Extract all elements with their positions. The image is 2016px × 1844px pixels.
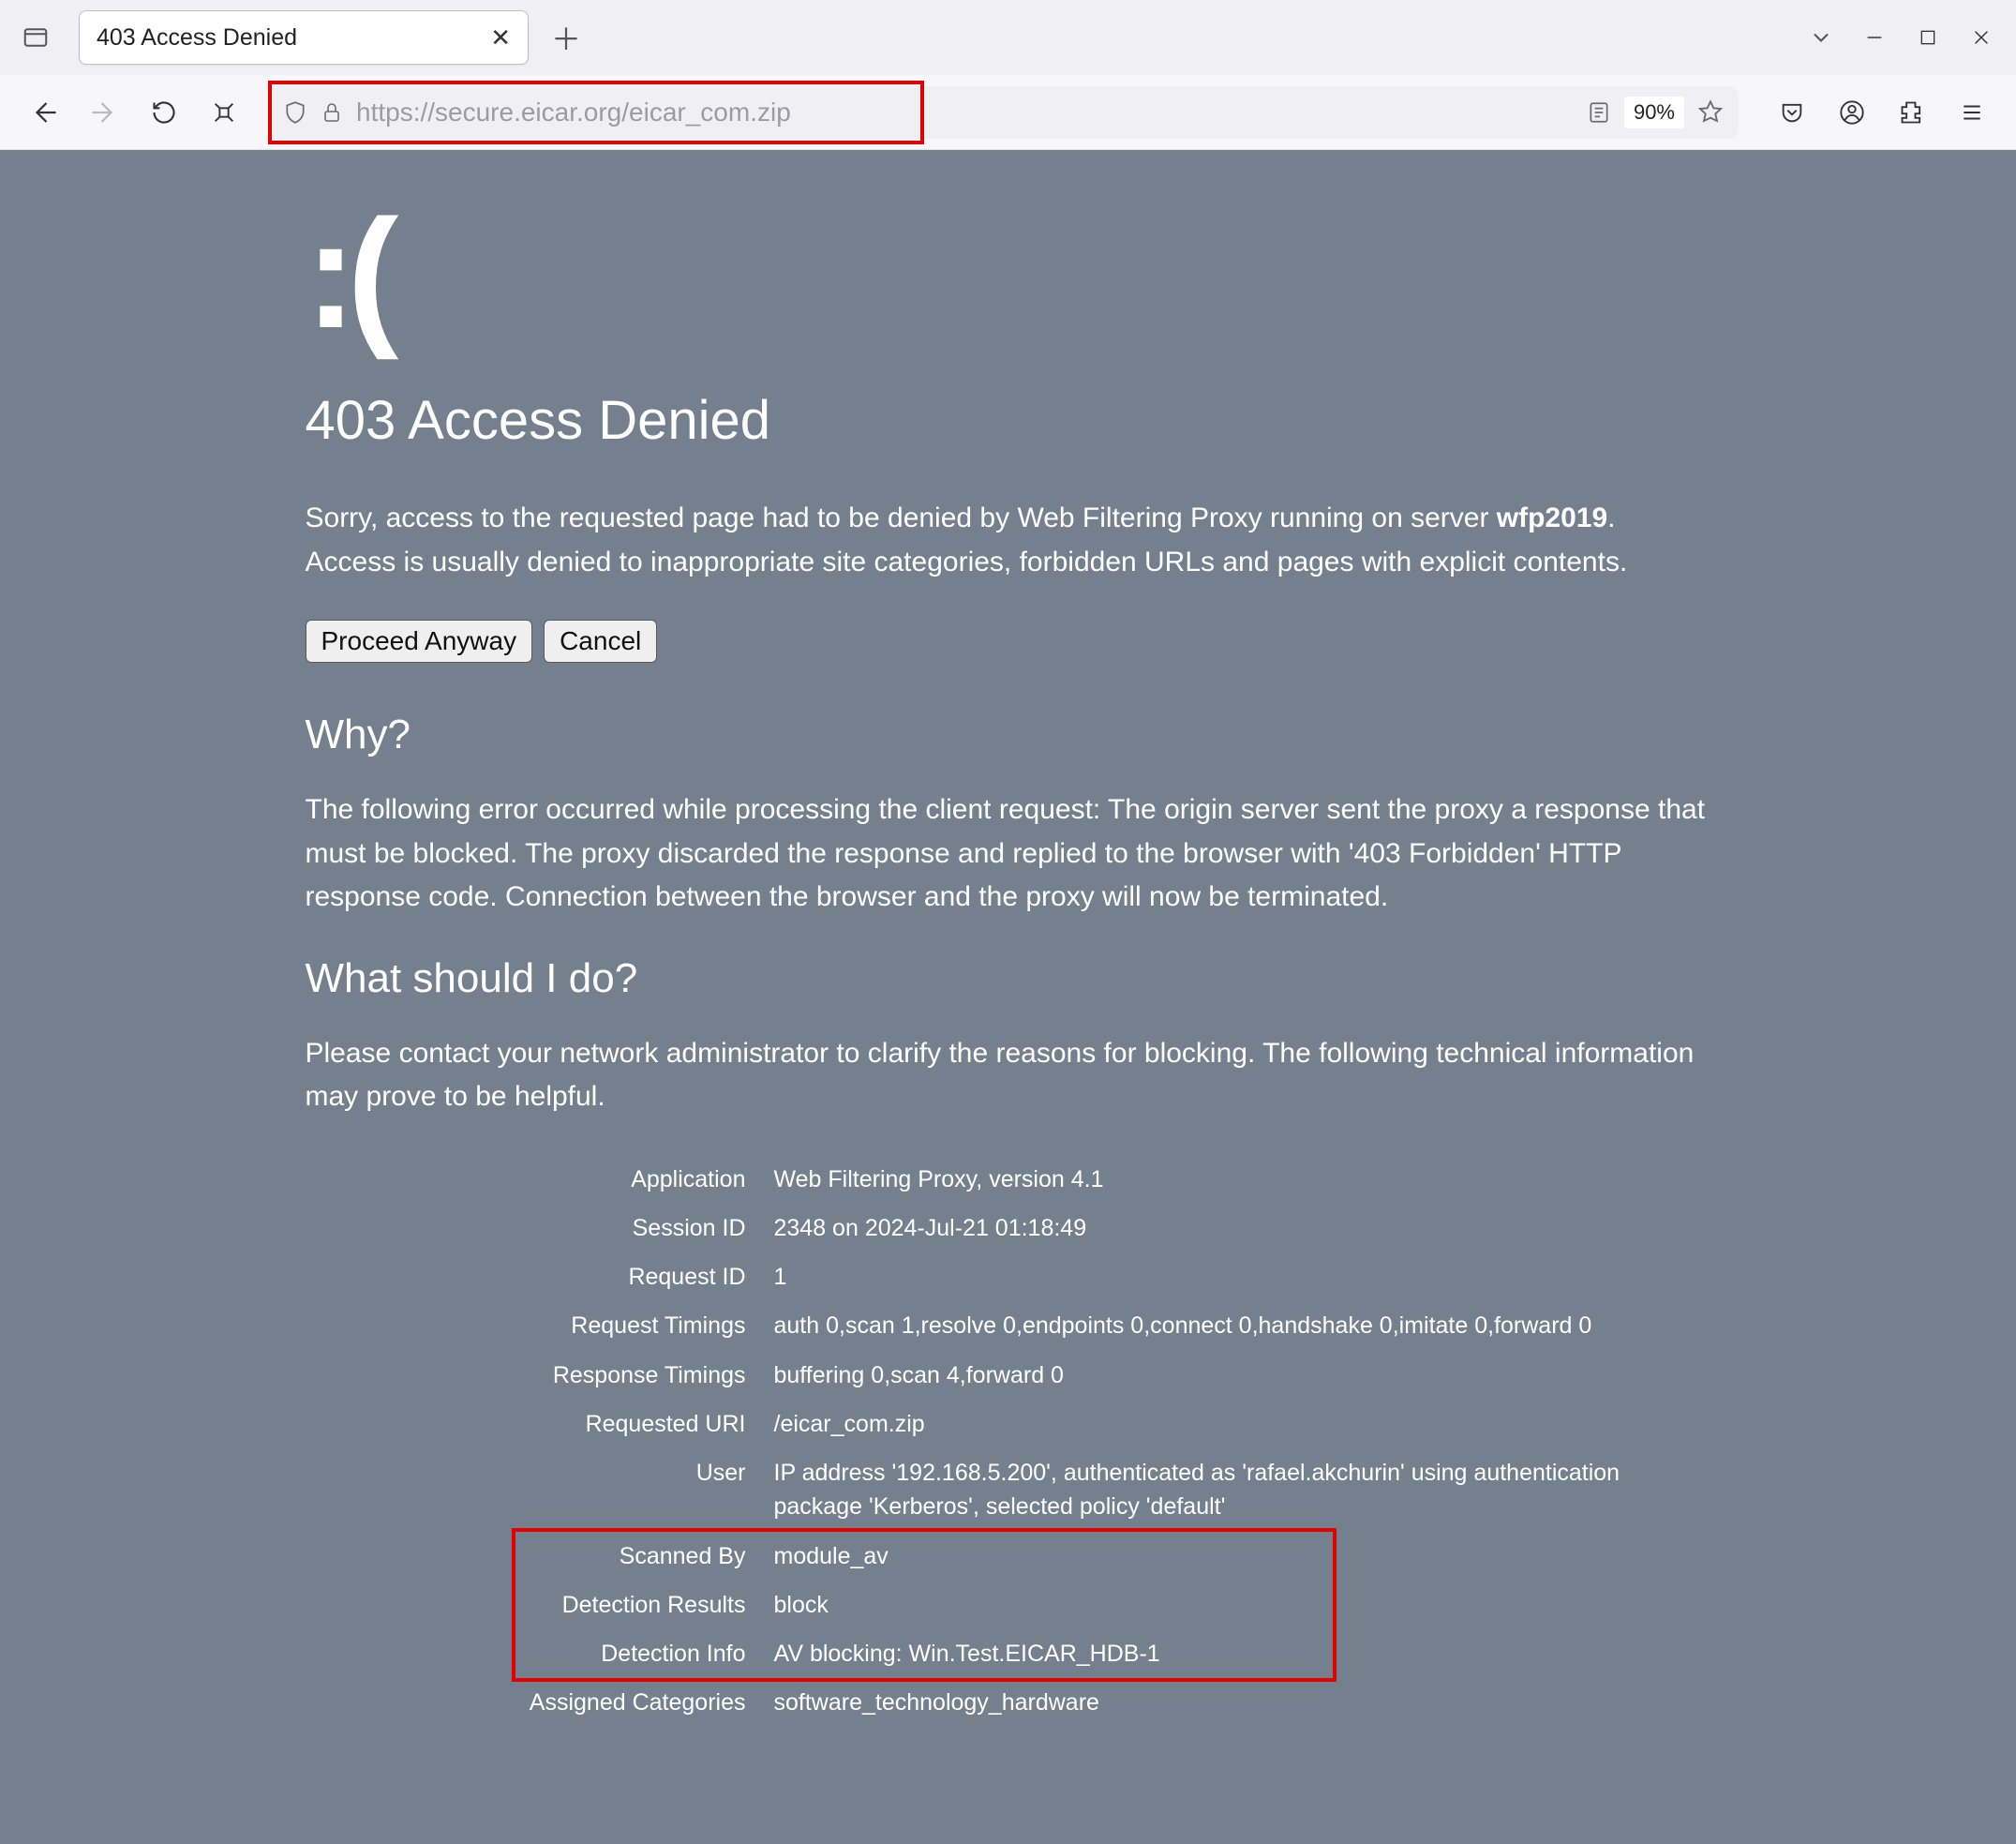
shield-icon[interactable] xyxy=(283,100,307,125)
maximize-icon[interactable] xyxy=(1919,28,1937,47)
why-text: The following error occurred while proce… xyxy=(306,788,1711,920)
table-row: Detection Results block xyxy=(306,1581,1711,1629)
list-all-tabs-icon[interactable] xyxy=(1808,24,1845,51)
table-row: Application Web Filtering Proxy, version… xyxy=(306,1155,1711,1204)
url-input[interactable] xyxy=(356,97,1574,127)
table-row: Detection Info AV blocking: Win.Test.EIC… xyxy=(306,1629,1711,1678)
action-buttons: Proceed Anyway Cancel xyxy=(306,620,1711,663)
navigation-toolbar: 90% xyxy=(0,75,2016,150)
table-row: Request ID 1 xyxy=(306,1252,1711,1301)
cancel-button[interactable]: Cancel xyxy=(544,620,657,663)
browser-tab[interactable]: 403 Access Denied ✕ xyxy=(79,10,529,65)
server-name: wfp2019 xyxy=(1497,502,1607,533)
lock-icon[interactable] xyxy=(321,101,343,124)
row-value: Web Filtering Proxy, version 4.1 xyxy=(774,1162,1711,1196)
row-label: Detection Results xyxy=(306,1588,746,1622)
extensions-icon[interactable] xyxy=(1896,97,1928,128)
title-bar: 403 Access Denied ✕ ＋ xyxy=(0,0,2016,75)
row-value: module_av xyxy=(774,1539,1711,1573)
toolbar-right xyxy=(1767,97,1988,128)
row-label: Request ID xyxy=(306,1260,746,1294)
reader-mode-icon[interactable] xyxy=(1587,100,1611,125)
blocked-page: :( 403 Access Denied Sorry, access to th… xyxy=(277,150,1740,1840)
intro-text-before: Sorry, access to the requested page had … xyxy=(306,502,1497,533)
recent-activity-icon[interactable] xyxy=(11,13,60,62)
row-label: Session ID xyxy=(306,1211,746,1245)
highlighted-rows: Scanned By module_av Detection Results b… xyxy=(306,1532,1711,1679)
tab-title: 403 Access Denied xyxy=(97,24,475,52)
proceed-anyway-button[interactable]: Proceed Anyway xyxy=(306,620,533,663)
row-label: Application xyxy=(306,1162,746,1196)
sad-face-icon: :( xyxy=(306,197,1711,352)
row-value: buffering 0,scan 4,forward 0 xyxy=(774,1358,1711,1392)
row-label: User xyxy=(306,1456,746,1524)
reload-button[interactable] xyxy=(148,97,180,128)
screenshot-icon[interactable] xyxy=(208,97,240,128)
table-row: Request Timings auth 0,scan 1,resolve 0,… xyxy=(306,1301,1711,1350)
address-bar[interactable]: 90% xyxy=(268,86,1739,139)
table-row: Assigned Categories software_technology_… xyxy=(306,1678,1711,1727)
row-value: 2348 on 2024-Jul-21 01:18:49 xyxy=(774,1211,1711,1245)
row-value: software_technology_hardware xyxy=(774,1686,1711,1719)
row-value: /eicar_com.zip xyxy=(774,1407,1711,1441)
table-row: Requested URI /eicar_com.zip xyxy=(306,1400,1711,1448)
app-menu-icon[interactable] xyxy=(1956,97,1988,128)
table-row: Session ID 2348 on 2024-Jul-21 01:18:49 xyxy=(306,1204,1711,1252)
what-heading: What should I do? xyxy=(306,955,1711,1002)
back-button[interactable] xyxy=(28,97,60,128)
why-heading: Why? xyxy=(306,712,1711,758)
table-row: User IP address '192.168.5.200', authent… xyxy=(306,1448,1711,1532)
table-row: Response Timings buffering 0,scan 4,forw… xyxy=(306,1351,1711,1400)
account-icon[interactable] xyxy=(1836,97,1868,128)
pocket-icon[interactable] xyxy=(1776,97,1808,128)
page-viewport[interactable]: :( 403 Access Denied Sorry, access to th… xyxy=(0,150,2016,1844)
row-value: block xyxy=(774,1588,1711,1622)
page-title: 403 Access Denied xyxy=(306,389,1711,452)
new-tab-button[interactable]: ＋ xyxy=(547,16,585,59)
row-label: Response Timings xyxy=(306,1358,746,1392)
technical-info-table: Application Web Filtering Proxy, version… xyxy=(306,1155,1711,1728)
close-window-icon[interactable] xyxy=(1971,27,1992,48)
row-label: Request Timings xyxy=(306,1309,746,1342)
bookmark-star-icon[interactable] xyxy=(1697,99,1724,126)
forward-button[interactable] xyxy=(88,97,120,128)
row-label: Requested URI xyxy=(306,1407,746,1441)
row-value: 1 xyxy=(774,1260,1711,1294)
row-value: auth 0,scan 1,resolve 0,endpoints 0,conn… xyxy=(774,1309,1711,1342)
row-label: Assigned Categories xyxy=(306,1686,746,1719)
row-value: IP address '192.168.5.200', authenticate… xyxy=(774,1456,1711,1524)
tab-close-icon[interactable]: ✕ xyxy=(490,25,511,50)
table-row: Scanned By module_av xyxy=(306,1532,1711,1581)
minimize-icon[interactable] xyxy=(1864,27,1885,48)
what-text: Please contact your network administrato… xyxy=(306,1032,1711,1119)
row-label: Detection Info xyxy=(306,1637,746,1671)
row-label: Scanned By xyxy=(306,1539,746,1573)
window-controls xyxy=(1864,27,2005,48)
zoom-level[interactable]: 90% xyxy=(1624,97,1684,128)
row-value: AV blocking: Win.Test.EICAR_HDB-1 xyxy=(774,1637,1711,1671)
intro-paragraph: Sorry, access to the requested page had … xyxy=(306,497,1711,584)
